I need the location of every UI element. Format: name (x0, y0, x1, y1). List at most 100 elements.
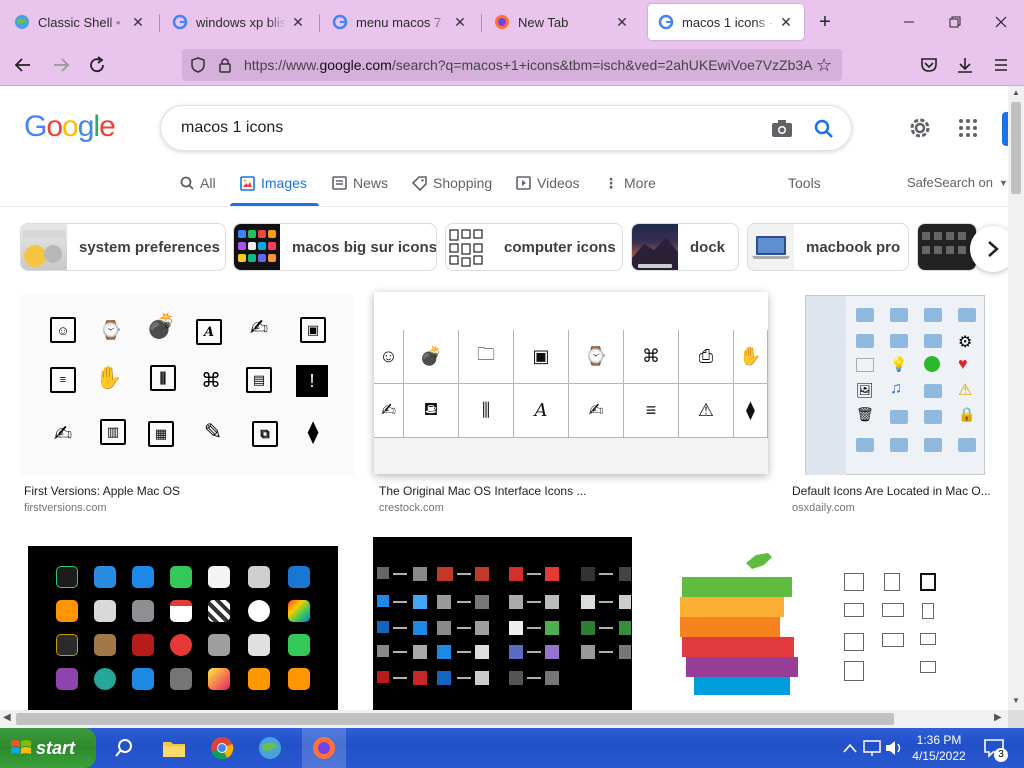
search-icon (180, 176, 194, 190)
reload-button[interactable] (82, 50, 112, 80)
browser-tab[interactable]: Classic Shell • View t ✕ (4, 4, 156, 40)
trash-icon: 🗑 (856, 406, 874, 422)
scroll-left-icon[interactable]: ◀ (3, 712, 11, 723)
tools-button[interactable]: Tools (788, 175, 821, 191)
related-chip[interactable] (917, 223, 977, 271)
result-title[interactable]: Default Icons Are Located in Mac O... (792, 484, 1000, 498)
vertical-scrollbar[interactable]: ▲ ▼ (1008, 86, 1024, 710)
chrome-icon[interactable] (208, 734, 236, 762)
shield-icon[interactable] (190, 57, 206, 78)
settings-gear-icon[interactable] (908, 116, 932, 145)
result-image[interactable]: ☺ 💣 🗀 ▣ ⌚ ⌘ ⎙ ✋ ✍ ⛾ ⫼ A ✍ ≡ ⚠ ⧫ (374, 292, 768, 474)
start-button[interactable]: start (0, 728, 96, 768)
vertical-scroll-thumb[interactable] (1011, 102, 1021, 194)
tab-all[interactable]: All (180, 175, 216, 191)
result-source[interactable]: osxdaily.com (792, 502, 855, 514)
new-tab-button[interactable]: + (808, 4, 842, 40)
disk-utility-icon (208, 634, 230, 656)
result-image[interactable] (373, 537, 632, 710)
facetime-icon (170, 566, 192, 588)
related-chip[interactable]: dock (631, 223, 739, 271)
minimize-button[interactable] (886, 4, 932, 40)
close-tab-icon[interactable]: ✕ (778, 14, 794, 31)
disk-document-icon: ▥ (100, 419, 126, 445)
font-suitcase-icon: A (514, 384, 569, 438)
folder-icon (856, 308, 874, 322)
forward-button[interactable] (46, 50, 76, 80)
browser-tab-bar: Classic Shell • View t ✕ windows xp blis… (0, 0, 1024, 44)
folder-icon (924, 384, 942, 398)
apps-grid-icon[interactable] (958, 118, 978, 143)
podcasts-icon (56, 668, 78, 690)
result-image[interactable] (28, 546, 338, 710)
result-image[interactable]: ⚙ 💡 ♥ 🖼 ♫ ⚠ 🗑 🔒 (788, 295, 988, 475)
close-window-button[interactable] (978, 4, 1024, 40)
compass-icon (170, 634, 192, 656)
command-key-icon: ⌘ (624, 330, 679, 384)
tab-videos[interactable]: Videos (516, 175, 580, 191)
google-logo[interactable]: Google (24, 110, 116, 144)
tab-shopping[interactable]: Shopping (412, 175, 492, 191)
chip-thumbnail (21, 224, 67, 270)
result-title[interactable]: First Versions: Apple Mac OS (24, 484, 344, 498)
alert-icon (920, 573, 936, 591)
horizontal-scroll-thumb[interactable] (16, 713, 894, 725)
globe-icon[interactable] (256, 734, 284, 762)
result-title[interactable]: The Original Mac OS Interface Icons ... (379, 484, 619, 498)
horizontal-scrollbar[interactable]: ◀ ▶ (0, 710, 1008, 728)
firefox-taskbar-button[interactable] (302, 728, 346, 768)
firefox-icon (494, 14, 510, 30)
tab-news[interactable]: News (332, 175, 388, 191)
tab-images[interactable]: Images (240, 175, 307, 191)
chevron-right-icon (988, 241, 999, 257)
camera-icon[interactable] (771, 118, 793, 143)
result-image[interactable] (660, 537, 1002, 710)
result-image[interactable]: ☺ ⌚ 💣 A ✍ ▣ ≡ ✋ ⫼ ⌘ ▤ ! ✍ ▥ ▦ ✎ ⧉ ⧫ (20, 295, 354, 475)
close-tab-icon[interactable]: ✕ (130, 14, 146, 31)
bookmark-star-icon[interactable]: ☆ (816, 55, 832, 76)
folder-icon (890, 410, 908, 424)
search-box[interactable] (160, 105, 852, 151)
lock-icon[interactable] (218, 57, 232, 78)
restore-button[interactable] (932, 4, 978, 40)
downloads-button[interactable] (950, 50, 980, 80)
scroll-down-icon[interactable]: ▼ (1012, 696, 1020, 705)
calendar-icon (170, 600, 192, 622)
close-tab-icon[interactable]: ✕ (452, 14, 468, 31)
chips-next-button[interactable] (970, 226, 1008, 272)
url-text[interactable]: https://www.google.com/search?q=macos+1+… (244, 57, 814, 73)
browser-tab[interactable]: menu macos 7 - Goog ✕ (322, 4, 478, 40)
browser-tab[interactable]: windows xp bliss - Go ✕ (162, 4, 316, 40)
search-icon[interactable] (813, 118, 835, 145)
tab-more[interactable]: ⋮ More (604, 175, 656, 191)
scroll-up-icon[interactable]: ▲ (1012, 88, 1020, 97)
related-chip[interactable]: macbook pro (747, 223, 909, 271)
search-input[interactable] (181, 119, 741, 137)
scroll-right-icon[interactable]: ▶ (994, 712, 1002, 723)
system-clock[interactable]: 1:36 PM 4/15/2022 (904, 732, 974, 764)
close-tab-icon[interactable]: ✕ (290, 14, 306, 31)
document-icon: ≡ (624, 384, 679, 438)
rainbow-apple-logo (680, 553, 798, 695)
related-chip[interactable]: system preferences (20, 223, 226, 271)
browser-tab-active[interactable]: macos 1 icons - Goog ✕ (648, 4, 804, 40)
browser-tab[interactable]: New Tab ✕ (484, 4, 640, 40)
find-my-icon (94, 668, 116, 690)
search-icon[interactable] (110, 734, 138, 762)
dictionary-icon (132, 634, 154, 656)
back-button[interactable] (8, 50, 38, 80)
news-icon (332, 176, 347, 190)
pocket-button[interactable] (914, 50, 944, 80)
result-source[interactable]: crestock.com (379, 502, 444, 514)
menu-button[interactable] (986, 50, 1016, 80)
safesearch-toggle[interactable]: SafeSearch on ▼ (907, 175, 1008, 190)
related-chip[interactable]: computer icons (445, 223, 623, 271)
folder-icon (856, 334, 874, 348)
folder-icon (958, 438, 976, 452)
result-source[interactable]: firstversions.com (24, 502, 107, 514)
notifications-icon[interactable]: 3 (980, 734, 1008, 762)
related-chip[interactable]: macos big sur icons (233, 223, 437, 271)
address-bar[interactable]: https://www.google.com/search?q=macos+1+… (182, 49, 842, 81)
file-explorer-icon[interactable] (160, 734, 188, 762)
close-tab-icon[interactable]: ✕ (614, 14, 630, 31)
